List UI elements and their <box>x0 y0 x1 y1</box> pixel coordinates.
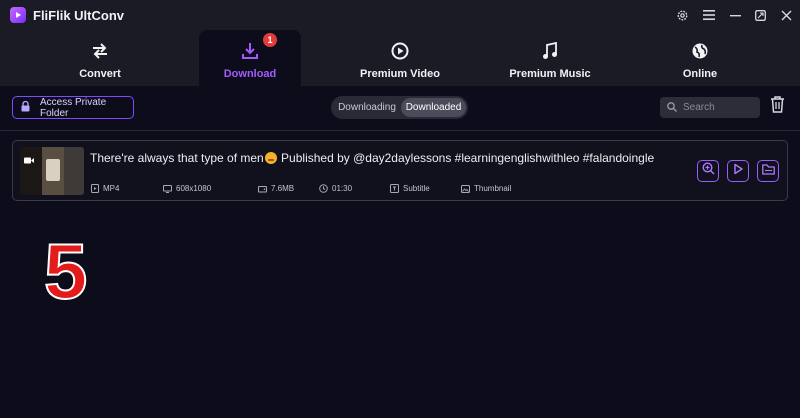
tab-online[interactable]: Online <box>640 30 760 86</box>
zoom-preview-button[interactable] <box>697 160 719 182</box>
zoom-in-icon <box>701 162 715 180</box>
item-size: 7.6MB <box>258 184 294 193</box>
app-logo-icon <box>10 7 26 23</box>
search-placeholder: Search <box>683 102 715 113</box>
play-icon <box>732 162 744 180</box>
main-nav: Convert 1 Download Premium Video Premium… <box>0 30 800 86</box>
image-icon <box>461 184 470 193</box>
open-folder-button[interactable] <box>757 160 779 182</box>
segment-downloaded[interactable]: Downloaded <box>401 98 466 117</box>
item-format-value: MP4 <box>103 184 120 193</box>
play-circle-icon <box>391 40 409 62</box>
item-size-value: 7.6MB <box>271 184 295 193</box>
clock-icon <box>319 184 328 193</box>
tab-premium-music-label: Premium Music <box>509 68 591 80</box>
delete-all-button[interactable] <box>768 96 786 118</box>
item-subtitle-value: Subtitle <box>403 184 430 193</box>
title-bar: FliFlik UltConv <box>0 0 800 30</box>
list-item[interactable]: There're always that type of men Publish… <box>12 140 788 201</box>
video-thumbnail <box>20 147 84 195</box>
tab-convert[interactable]: Convert <box>40 30 160 86</box>
item-resolution-value: 608x1080 <box>176 184 212 193</box>
gear-icon[interactable] <box>673 6 691 24</box>
segment-downloading[interactable]: Downloading <box>333 98 401 117</box>
item-duration: 01:30 <box>319 184 352 193</box>
tab-premium-video[interactable]: Premium Video <box>340 30 460 86</box>
tab-premium-music[interactable]: Premium Music <box>490 30 610 86</box>
step-number-overlay: 5 <box>43 227 88 315</box>
close-icon[interactable] <box>777 6 795 24</box>
search-icon <box>667 99 677 117</box>
video-camera-icon <box>24 151 34 164</box>
toolbar-divider <box>0 130 800 131</box>
convert-icon <box>91 40 109 62</box>
item-title: There're always that type of men Publish… <box>90 151 654 165</box>
item-title-text-end: Published by @day2daylessons #learningen… <box>277 151 655 165</box>
file-icon <box>90 184 99 193</box>
item-subtitle: Subtitle <box>390 184 430 193</box>
lock-icon <box>21 99 30 117</box>
tab-premium-video-label: Premium Video <box>360 68 440 80</box>
download-count-badge: 1 <box>263 33 277 47</box>
download-icon <box>241 40 259 62</box>
item-thumbnail-value: Thumbnail <box>474 184 512 193</box>
trash-icon <box>770 96 785 118</box>
access-private-folder-button[interactable]: Access Private Folder <box>12 96 134 119</box>
item-format: MP4 <box>90 184 119 193</box>
tab-download[interactable]: 1 Download <box>199 30 301 86</box>
item-title-text-start: There're always that type of men <box>90 151 264 165</box>
minimize-icon[interactable] <box>726 6 744 24</box>
subtitle-icon <box>390 184 399 193</box>
tab-convert-label: Convert <box>79 68 121 80</box>
search-input[interactable]: Search <box>660 97 760 118</box>
restore-icon[interactable] <box>751 6 769 24</box>
music-note-icon <box>542 40 558 62</box>
access-private-folder-label: Access Private Folder <box>40 96 107 119</box>
storage-icon <box>258 184 267 193</box>
play-button[interactable] <box>727 160 749 182</box>
item-duration-value: 01:30 <box>332 184 353 193</box>
globe-icon <box>691 40 709 62</box>
item-resolution: 608x1080 <box>163 184 211 193</box>
folder-icon <box>761 162 775 180</box>
tab-online-label: Online <box>682 68 718 80</box>
smiling-emoji-icon <box>264 152 277 164</box>
monitor-icon <box>163 184 172 193</box>
download-status-toggle: Downloading Downloaded <box>331 96 468 119</box>
item-thumbnail: Thumbnail <box>461 184 511 193</box>
app-title: FliFlik UltConv <box>33 8 124 23</box>
tab-download-label: Download <box>223 68 277 80</box>
menu-icon[interactable] <box>700 6 718 24</box>
